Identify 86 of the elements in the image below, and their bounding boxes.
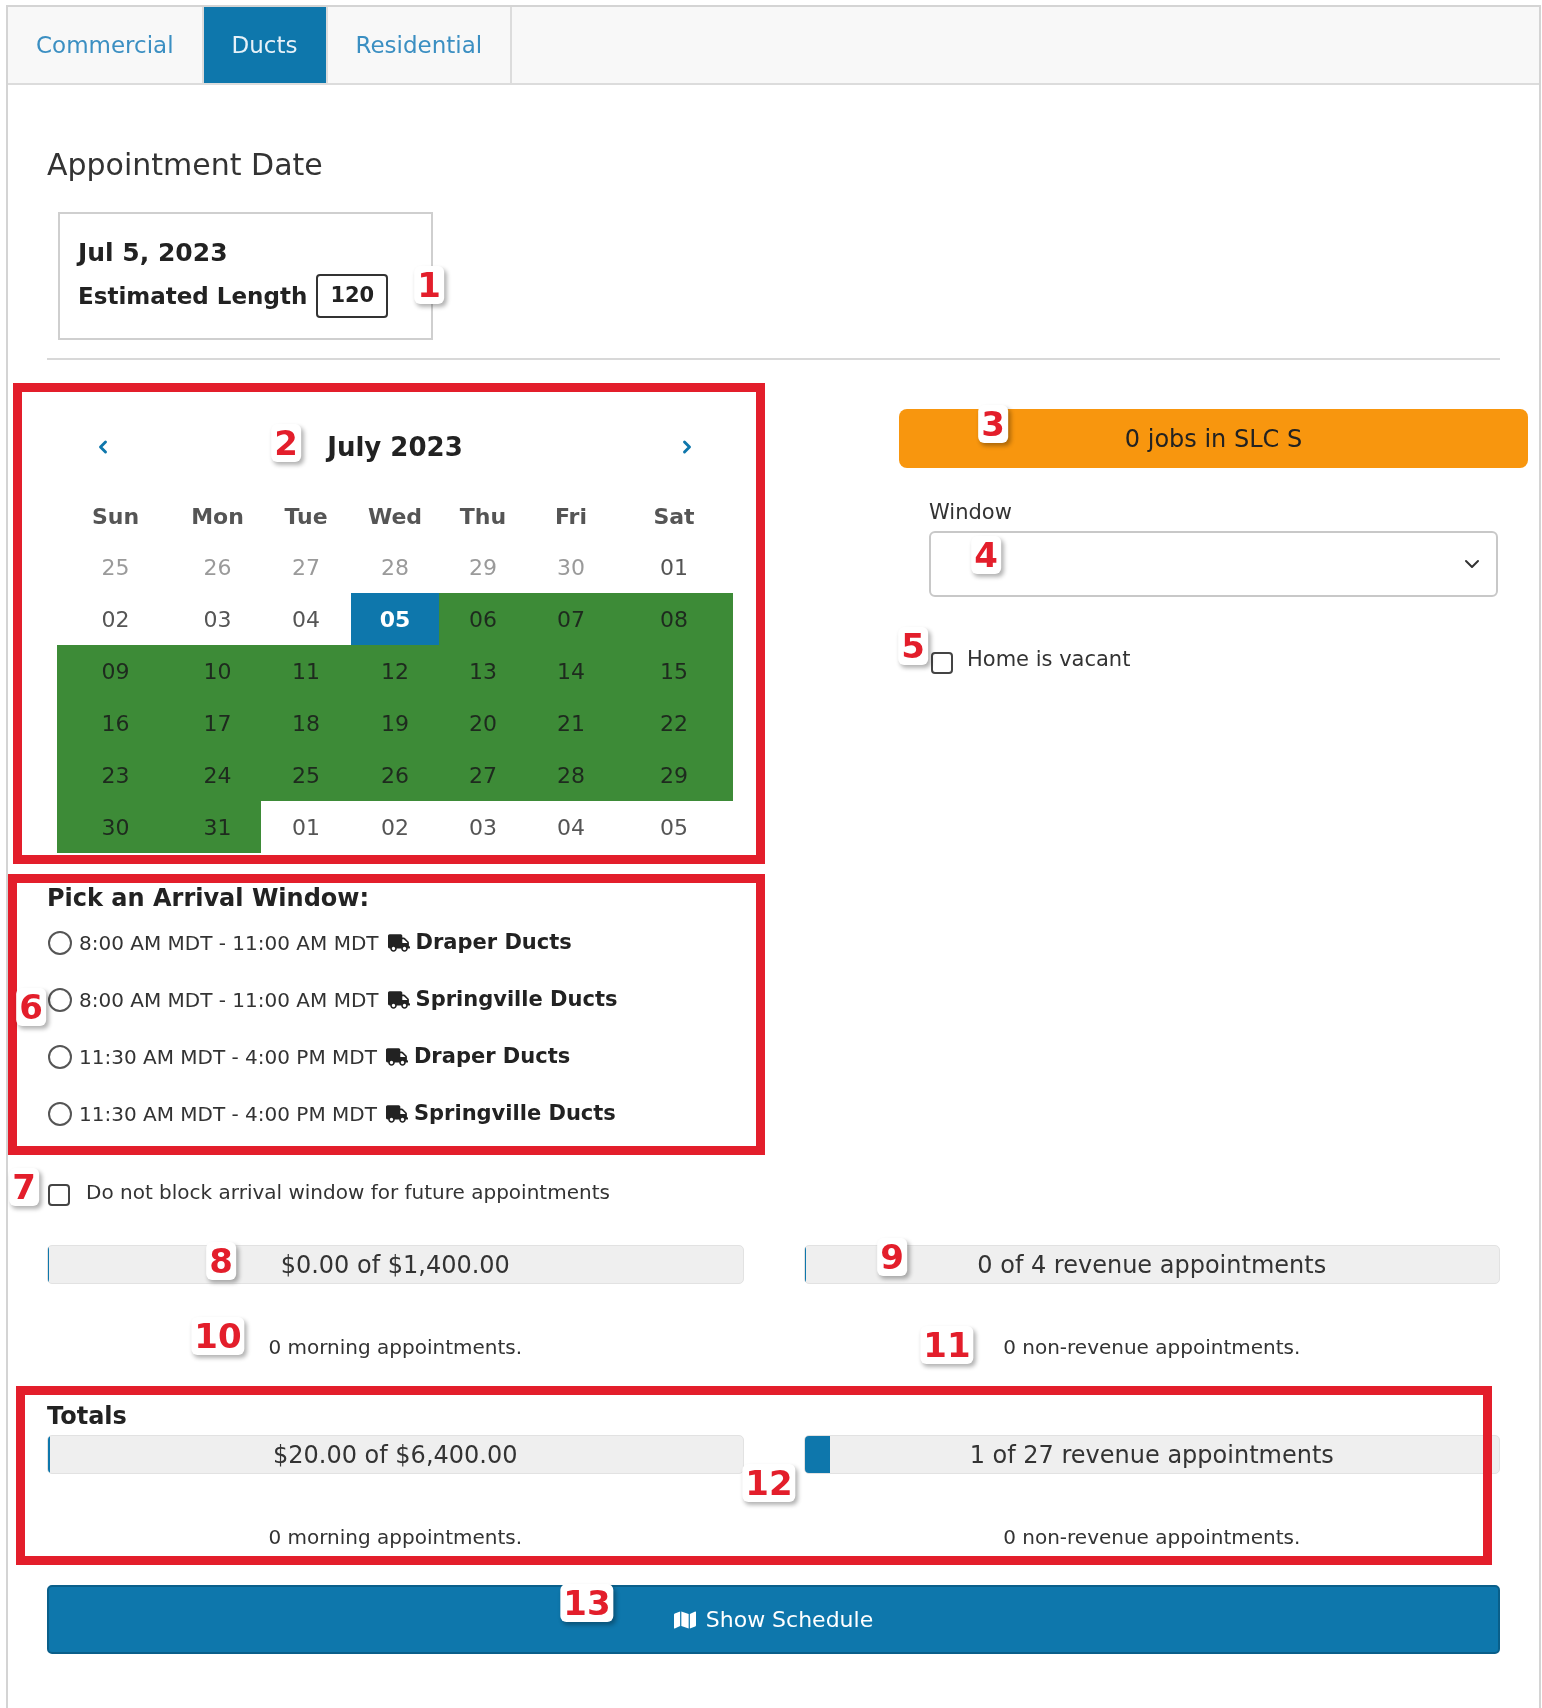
calendar-day[interactable]: 24: [174, 749, 261, 801]
calendar-day[interactable]: 26: [351, 749, 439, 801]
crew-label: Draper Ducts: [415, 928, 572, 956]
totals-heading: Totals: [47, 1401, 127, 1431]
appointment-date-text: Jul 5, 2023: [78, 237, 228, 269]
weekday-label: Thu: [459, 502, 507, 531]
calendar-day[interactable]: 29: [615, 749, 733, 801]
radio-button[interactable]: [48, 930, 72, 955]
field-label: Window: [929, 499, 1012, 526]
non-revenue-count-text: 0 non-revenue appointments.: [1003, 1524, 1301, 1551]
time-window-label: 8:00 AM MDT - 11:00 AM MDT: [79, 929, 379, 957]
calendar-day[interactable]: 13: [439, 645, 527, 697]
weekday-label: Tue: [284, 502, 328, 531]
callout-number: 3: [978, 405, 1008, 443]
calendar-day[interactable]: 14: [527, 645, 615, 697]
calendar-day[interactable]: 30: [57, 801, 174, 853]
checkbox-label: Do not block arrival window for future appointments: [86, 1179, 610, 1206]
calendar-day[interactable]: 11: [261, 645, 351, 697]
tab[interactable]: Ducts: [203, 7, 328, 83]
crew-label: Springville Ducts: [413, 1099, 616, 1127]
calendar-day[interactable]: 12: [351, 645, 439, 697]
calendar-day[interactable]: 16: [57, 697, 174, 749]
calendar-day[interactable]: 28: [527, 749, 615, 801]
truck-icon: [387, 933, 410, 952]
callout-number: 13: [560, 1584, 614, 1622]
truck-icon: [387, 990, 410, 1009]
non-revenue-count-text: 0 non-revenue appointments.: [1003, 1334, 1301, 1361]
calendar-day[interactable]: 05: [351, 593, 439, 645]
time-window-label: 8:00 AM MDT - 11:00 AM MDT: [79, 986, 379, 1014]
callout-number: 7: [9, 1168, 39, 1206]
callout-number: 9: [877, 1238, 907, 1276]
radio-button[interactable]: [48, 1044, 72, 1069]
map-icon: [673, 1609, 696, 1630]
progress-label: 1 of 27 revenue appointments: [969, 1439, 1334, 1471]
calendar-day[interactable]: 10: [174, 645, 261, 697]
estimated-length-input[interactable]: 120: [316, 274, 389, 318]
weekday-label: Sun: [91, 502, 140, 531]
calendar-day[interactable]: 31: [174, 801, 261, 853]
callout-number: 8: [206, 1242, 236, 1280]
weekday-label: Mon: [191, 502, 244, 531]
weekday-label: Wed: [367, 502, 423, 531]
calendar-day[interactable]: 19: [351, 697, 439, 749]
calendar-day[interactable]: 25: [261, 749, 351, 801]
crew-label: Draper Ducts: [413, 1042, 571, 1070]
truck-icon: [385, 1104, 408, 1123]
calendar-day[interactable]: 06: [439, 593, 527, 645]
weekday-label: Sat: [653, 502, 695, 531]
calendar-day[interactable]: 20: [439, 697, 527, 749]
calendar-day[interactable]: 22: [615, 697, 733, 749]
month-title: July 2023: [327, 430, 463, 464]
checkbox[interactable]: [931, 652, 953, 674]
morning-count-text: 0 morning appointments.: [268, 1524, 523, 1551]
truck-icon: [385, 1047, 408, 1066]
arrival-window-heading: Pick an Arrival Window:: [47, 883, 370, 913]
callout-number: 2: [271, 424, 301, 462]
callout-number: 5: [898, 627, 928, 665]
calendar-day[interactable]: 09: [57, 645, 174, 697]
morning-count-text: 0 morning appointments.: [268, 1334, 523, 1361]
checkbox[interactable]: [48, 1184, 70, 1206]
calendar-day[interactable]: 23: [57, 749, 174, 801]
calendar-day[interactable]: 15: [615, 645, 733, 697]
callout-number: 4: [971, 536, 1001, 574]
radio-button[interactable]: [48, 1101, 72, 1126]
section-heading: Appointment Date: [47, 147, 323, 183]
callout-number: 12: [742, 1464, 796, 1502]
crew-label: Springville Ducts: [415, 985, 618, 1013]
checkbox-label: Home is vacant: [967, 646, 1131, 674]
progress-label: $20.00 of $6,400.00: [273, 1439, 518, 1471]
calendar-day[interactable]: 27: [439, 749, 527, 801]
tab[interactable]: Residential: [327, 7, 513, 83]
radio-button[interactable]: [48, 987, 72, 1012]
callout-number: 11: [920, 1326, 974, 1364]
callout-number: 1: [414, 266, 444, 304]
calendar-day[interactable]: 17: [174, 697, 261, 749]
callout-number: 6: [16, 988, 46, 1026]
calendar-day[interactable]: 18: [261, 697, 351, 749]
calendar-day[interactable]: 07: [527, 593, 615, 645]
time-window-label: 11:30 AM MDT - 4:00 PM MDT: [79, 1100, 377, 1128]
calendar-day[interactable]: 21: [527, 697, 615, 749]
progress-label: 0 of 4 revenue appointments: [977, 1249, 1327, 1281]
estimated-length-label: Estimated Length: [78, 281, 308, 311]
calendar-day[interactable]: 08: [615, 593, 733, 645]
time-window-label: 11:30 AM MDT - 4:00 PM MDT: [79, 1043, 377, 1071]
weekday-label: Fri: [555, 502, 587, 531]
callout-number: 10: [191, 1317, 245, 1355]
progress-label: $0.00 of $1,400.00: [280, 1249, 510, 1281]
